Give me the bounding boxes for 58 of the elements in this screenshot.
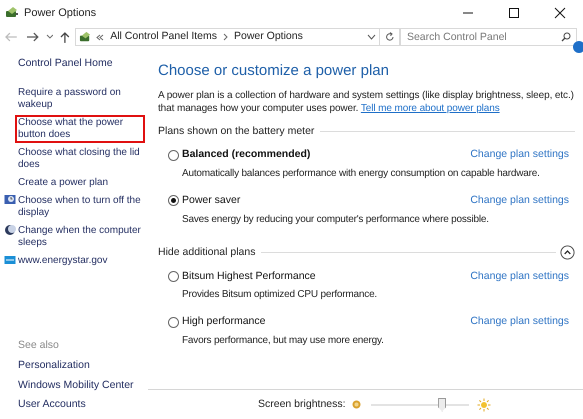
group-heading: Hide additional plans (158, 244, 256, 260)
brightness-slider[interactable] (370, 398, 469, 412)
task-link[interactable]: www.energystar.gov (15, 252, 145, 269)
task-link[interactable]: Create a power plan (15, 174, 145, 191)
window-title: Power Options (24, 6, 96, 21)
plan-description: Provides Bitsum optimized CPU performance. (182, 288, 378, 302)
page-heading: Choose or customize a power plan (158, 61, 390, 81)
plan-name[interactable]: Balanced (recommended) (182, 147, 310, 163)
group-heading: Plans shown on the battery meter (158, 124, 314, 138)
power-options-icon (79, 30, 92, 44)
power-options-icon (5, 6, 19, 20)
radio-button[interactable] (168, 195, 179, 206)
radio-button[interactable] (168, 150, 179, 161)
moon-icon (4, 224, 16, 236)
dropdown-icon[interactable] (367, 34, 376, 40)
forward-icon[interactable] (26, 31, 40, 43)
radio-button[interactable] (168, 316, 179, 328)
task-link[interactable]: Change when the computer sleeps (15, 222, 145, 251)
see-also-link[interactable]: Personalization (18, 358, 148, 374)
change-plan-settings-link[interactable]: Change plan settings (470, 193, 569, 209)
task-link[interactable]: Choose when to turn off the display (15, 192, 145, 221)
plan-name[interactable]: Bitsum Highest Performance (182, 268, 316, 284)
task-link[interactable]: Choose what the power button does (15, 114, 145, 143)
address-bar[interactable]: All Control Panel Items Power Options (75, 28, 380, 46)
dropdown-icon[interactable] (46, 34, 54, 40)
control-panel-home-link[interactable]: Control Panel Home (18, 56, 148, 72)
see-also-link[interactable]: User Accounts (18, 397, 148, 413)
change-plan-settings-link[interactable]: Change plan settings (470, 268, 569, 284)
brightness-label: Screen brightness: (258, 396, 346, 412)
task-link[interactable]: Choose what closing the lid does (15, 144, 145, 173)
radio-button[interactable] (168, 270, 179, 282)
search-field[interactable]: Search Control Panel (400, 28, 577, 46)
monitor-clock-icon (4, 194, 16, 206)
learn-more-link[interactable]: Tell me more about power plans (360, 102, 500, 114)
plan-description: Favors performance, but may use more energy. (182, 334, 385, 348)
plan-name[interactable]: Power saver (182, 193, 240, 209)
refresh-button[interactable] (380, 28, 400, 46)
refresh-icon (384, 32, 395, 42)
task-link[interactable]: Require a password on wakeup (15, 84, 145, 113)
up-icon[interactable] (59, 30, 72, 44)
web-icon (4, 254, 16, 266)
see-also-heading: See also (18, 338, 60, 353)
plan-description: Saves energy by reducing your computer's performance where possible. (182, 212, 490, 227)
plan-description: Automatically balances performance with energy consumption on capable hardware. (182, 167, 541, 181)
plan-name[interactable]: High performance (182, 314, 266, 330)
slider-thumb[interactable] (438, 398, 446, 412)
chevron-icon (223, 33, 228, 41)
collapse-button[interactable] (560, 245, 575, 260)
search-icon (561, 32, 571, 42)
breadcrumb[interactable]: All Control Panel Items (110, 29, 217, 45)
breadcrumb[interactable]: Power Options (234, 29, 303, 45)
bright-sun-icon (476, 398, 491, 412)
intro-text: A power plan is a collection of hardware and system settings (like display brightness, sleep, etc.) that manages how your computer uses power. Tell me more about power plans (158, 88, 575, 114)
dim-sun-icon (352, 400, 361, 409)
see-also-link[interactable]: Windows Mobility Center (18, 378, 148, 394)
double-chevron-icon (96, 34, 104, 40)
change-plan-settings-link[interactable]: Change plan settings (470, 314, 569, 330)
change-plan-settings-link[interactable]: Change plan settings (470, 147, 569, 163)
